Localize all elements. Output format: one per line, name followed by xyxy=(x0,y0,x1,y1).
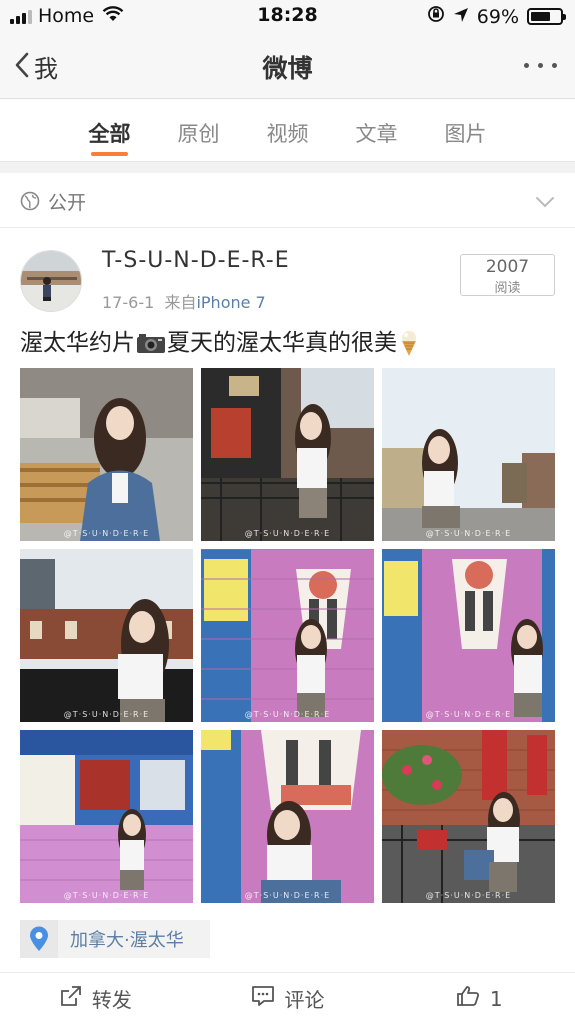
chevron-down-icon xyxy=(535,193,555,212)
read-label: 阅读 xyxy=(494,281,521,296)
post-text-part2: 夏天的渥太华真的很美 xyxy=(167,330,397,356)
comment-icon xyxy=(251,985,275,1012)
visibility-label: 公开 xyxy=(48,192,87,214)
photo-4[interactable]: @T·S·U·N·D·E·R·E xyxy=(20,549,193,722)
comment-button[interactable]: 评论 xyxy=(192,973,384,1024)
battery-percent: 69% xyxy=(476,5,519,28)
more-options-icon[interactable] xyxy=(524,63,557,68)
tab-video[interactable]: 视频 xyxy=(243,99,332,161)
post-text-part1: 渥太华约片 xyxy=(20,330,135,356)
battery-icon xyxy=(527,8,566,25)
location-label: 加拿大·渥太华 xyxy=(70,930,184,951)
watermark: @T·S·U·N·D·E·R·E xyxy=(425,891,512,900)
photo-1[interactable]: @T·S·U·N·D·E·R·E xyxy=(20,368,193,541)
username[interactable]: T-S-U-N-D-E-R-E xyxy=(102,248,290,273)
read-count: 2007 xyxy=(485,257,530,277)
watermark: @T·S·U·N·D·E·R·E xyxy=(425,529,512,538)
photo-7[interactable]: @T·S·U·N·D·E·R·E xyxy=(20,730,193,903)
post-source[interactable]: iPhone 7 xyxy=(196,293,265,312)
photo-9[interactable]: @T·S·U·N·D·E·R·E xyxy=(382,730,555,903)
orientation-lock-icon xyxy=(427,5,445,28)
status-right: 69% xyxy=(427,5,566,28)
post-text: 渥太华约片 夏天的渥太华真的很美 xyxy=(20,326,560,360)
share-icon xyxy=(60,985,82,1012)
post-meta: 17-6-1 来自iPhone 7 xyxy=(102,289,266,313)
section-divider xyxy=(0,161,575,173)
like-count: 1 xyxy=(489,986,503,1011)
location-arrow-icon xyxy=(453,6,469,28)
tab-all[interactable]: 全部 xyxy=(65,99,154,161)
camera-emoji-icon xyxy=(136,332,166,354)
repost-label: 转发 xyxy=(91,988,132,1012)
repost-button[interactable]: 转发 xyxy=(0,973,192,1024)
photo-3[interactable]: @T·S·U·N·D·E·R·E xyxy=(382,368,555,541)
action-bar: 转发 评论 1 xyxy=(0,972,575,1024)
watermark: @T·S·U·N·D·E·R·E xyxy=(244,529,331,538)
watermark: @T·S·U·N·D·E·R·E xyxy=(425,710,512,719)
read-count-box: 2007 阅读 xyxy=(460,254,555,296)
location-pin-icon xyxy=(20,920,58,958)
nav-bar: 我 微博 xyxy=(0,33,575,99)
filter-tabs: 全部 原创 视频 文章 图片 xyxy=(0,99,575,161)
watermark: @T·S·U·N·D·E·R·E xyxy=(63,710,150,719)
tab-original[interactable]: 原创 xyxy=(154,99,243,161)
thumbs-up-icon xyxy=(456,985,480,1012)
watermark: @T·S·U·N·D·E·R·E xyxy=(63,891,150,900)
like-button[interactable]: 1 xyxy=(383,973,575,1024)
status-bar: Home 18:28 69% xyxy=(0,0,575,33)
page-title: 微博 xyxy=(262,54,313,83)
photo-8[interactable]: @T·S·U·N·D·E·R·E xyxy=(201,730,374,903)
tab-pictures[interactable]: 图片 xyxy=(421,99,510,161)
photo-6[interactable]: @T·S·U·N·D·E·R·E xyxy=(382,549,555,722)
source-prefix: 来自 xyxy=(164,293,197,312)
watermark: @T·S·U·N·D·E·R·E xyxy=(244,891,331,900)
location-tag[interactable]: 加拿大·渥太华 xyxy=(20,920,210,958)
photo-5[interactable]: @T·S·U·N·D·E·R·E xyxy=(201,549,374,722)
avatar[interactable] xyxy=(20,250,82,312)
globe-icon xyxy=(20,191,40,215)
comment-label: 评论 xyxy=(284,988,325,1012)
tab-article[interactable]: 文章 xyxy=(332,99,421,161)
post-date: 17-6-1 xyxy=(102,293,155,312)
visibility-selector[interactable]: 公开 xyxy=(0,173,575,228)
ice-cream-emoji-icon xyxy=(398,329,420,357)
watermark: @T·S·U·N·D·E·R·E xyxy=(244,710,331,719)
photo-grid: @T·S·U·N·D·E·R·E @T·S·U·N·D·E·R·E @T·S·U… xyxy=(20,368,555,903)
watermark: @T·S·U·N·D·E·R·E xyxy=(63,529,150,538)
photo-2[interactable]: @T·S·U·N·D·E·R·E xyxy=(201,368,374,541)
